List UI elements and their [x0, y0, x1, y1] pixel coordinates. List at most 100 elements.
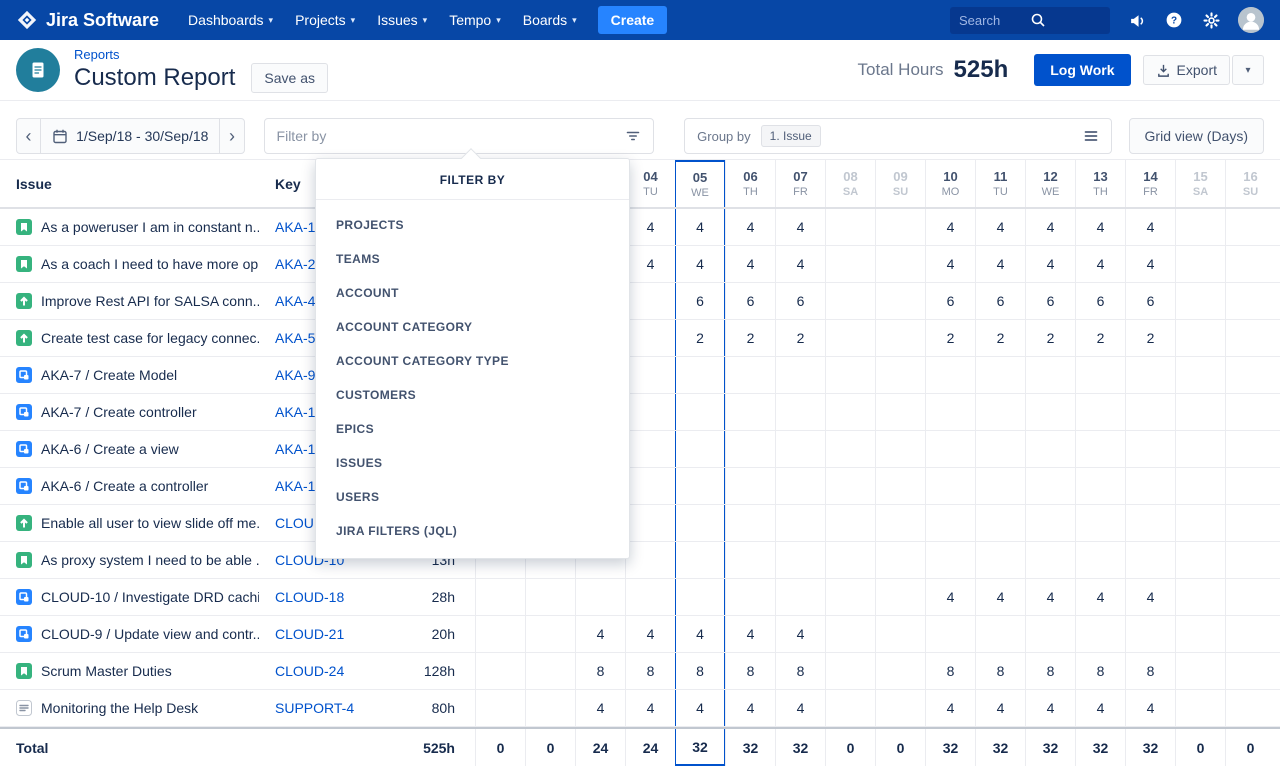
timesheet-cell[interactable]: 4: [625, 209, 675, 245]
timesheet-cell[interactable]: [675, 431, 725, 467]
timesheet-cell[interactable]: [625, 357, 675, 393]
timesheet-cell[interactable]: [925, 431, 975, 467]
timesheet-cell[interactable]: [1175, 616, 1225, 652]
timesheet-cell[interactable]: [1025, 431, 1075, 467]
timesheet-cell[interactable]: [875, 653, 925, 689]
issue-cell[interactable]: Improve Rest API for SALSA conn...: [0, 283, 259, 319]
nav-item-issues[interactable]: Issues▾: [366, 0, 438, 40]
day-column-header-07[interactable]: 07FR: [775, 160, 825, 207]
timesheet-cell[interactable]: [1075, 394, 1125, 430]
timesheet-cell[interactable]: [825, 283, 875, 319]
filter-option-account[interactable]: ACCOUNT: [316, 276, 629, 310]
timesheet-cell[interactable]: [725, 579, 775, 615]
timesheet-cell[interactable]: [475, 653, 525, 689]
timesheet-cell[interactable]: [675, 468, 725, 504]
timesheet-cell[interactable]: 4: [1025, 246, 1075, 282]
timesheet-cell[interactable]: [1225, 505, 1275, 541]
timesheet-cell[interactable]: 4: [725, 209, 775, 245]
timesheet-cell[interactable]: 6: [1075, 283, 1125, 319]
timesheet-cell[interactable]: [1225, 357, 1275, 393]
nav-item-projects[interactable]: Projects▾: [284, 0, 366, 40]
grid-view-button[interactable]: Grid view (Days): [1129, 118, 1264, 154]
day-column-header-04[interactable]: 04TU: [625, 160, 675, 207]
timesheet-cell[interactable]: [925, 394, 975, 430]
timesheet-cell[interactable]: [875, 616, 925, 652]
timesheet-cell[interactable]: [1175, 320, 1225, 356]
jira-brand[interactable]: Jira Software: [16, 9, 159, 31]
timesheet-cell[interactable]: [975, 357, 1025, 393]
timesheet-cell[interactable]: 4: [625, 690, 675, 726]
timesheet-cell[interactable]: 8: [1075, 653, 1125, 689]
timesheet-cell[interactable]: 4: [625, 616, 675, 652]
timesheet-cell[interactable]: [825, 653, 875, 689]
timesheet-cell[interactable]: 4: [925, 246, 975, 282]
timesheet-cell[interactable]: [1125, 505, 1175, 541]
timesheet-cell[interactable]: [775, 394, 825, 430]
announcements-icon[interactable]: [1127, 10, 1147, 30]
issue-cell[interactable]: AKA-6 / Create a view: [0, 431, 259, 467]
timesheet-cell[interactable]: [875, 283, 925, 319]
timesheet-cell[interactable]: [675, 579, 725, 615]
timesheet-cell[interactable]: [525, 616, 575, 652]
previous-period-button[interactable]: ‹: [17, 119, 41, 153]
issue-cell[interactable]: AKA-7 / Create controller: [0, 394, 259, 430]
timesheet-cell[interactable]: [975, 394, 1025, 430]
timesheet-cell[interactable]: [1075, 431, 1125, 467]
log-work-button[interactable]: Log Work: [1034, 54, 1130, 86]
timesheet-cell[interactable]: [725, 394, 775, 430]
filter-option-account-category-type[interactable]: ACCOUNT CATEGORY TYPE: [316, 344, 629, 378]
timesheet-cell[interactable]: 2: [975, 320, 1025, 356]
timesheet-cell[interactable]: [1025, 616, 1075, 652]
timesheet-cell[interactable]: [1075, 616, 1125, 652]
issue-key-link[interactable]: AKA-5: [275, 330, 315, 346]
timesheet-cell[interactable]: 4: [725, 616, 775, 652]
issue-cell[interactable]: As a poweruser I am in constant n...: [0, 209, 259, 245]
timesheet-cell[interactable]: 2: [775, 320, 825, 356]
filter-option-users[interactable]: USERS: [316, 480, 629, 514]
timesheet-cell[interactable]: [525, 690, 575, 726]
timesheet-cell[interactable]: [1225, 542, 1275, 578]
timesheet-cell[interactable]: 8: [625, 653, 675, 689]
timesheet-cell[interactable]: 4: [575, 690, 625, 726]
timesheet-cell[interactable]: [1175, 505, 1225, 541]
issue-cell[interactable]: Monitoring the Help Desk: [0, 690, 259, 726]
issue-cell[interactable]: CLOUD-10 / Investigate DRD cachi...: [0, 579, 259, 615]
timesheet-cell[interactable]: [1175, 246, 1225, 282]
timesheet-cell[interactable]: [1075, 468, 1125, 504]
issue-cell[interactable]: Enable all user to view slide off me...: [0, 505, 259, 541]
issue-column-header[interactable]: Issue: [0, 160, 259, 207]
help-icon[interactable]: ?: [1164, 10, 1184, 30]
timesheet-cell[interactable]: [825, 616, 875, 652]
timesheet-cell[interactable]: 4: [725, 690, 775, 726]
timesheet-cell[interactable]: [625, 468, 675, 504]
timesheet-cell[interactable]: 4: [1125, 209, 1175, 245]
filter-option-account-category[interactable]: ACCOUNT CATEGORY: [316, 310, 629, 344]
timesheet-cell[interactable]: 4: [775, 209, 825, 245]
timesheet-cell[interactable]: [875, 246, 925, 282]
timesheet-cell[interactable]: [725, 357, 775, 393]
issue-key-link[interactable]: CLOUD-21: [275, 626, 344, 642]
timesheet-cell[interactable]: 2: [675, 320, 725, 356]
timesheet-cell[interactable]: [1175, 357, 1225, 393]
timesheet-cell[interactable]: 8: [725, 653, 775, 689]
timesheet-cell[interactable]: 2: [925, 320, 975, 356]
day-column-header-13[interactable]: 13TH: [1075, 160, 1125, 207]
filter-option-teams[interactable]: TEAMS: [316, 242, 629, 276]
timesheet-cell[interactable]: 4: [675, 616, 725, 652]
timesheet-cell[interactable]: [1125, 616, 1175, 652]
timesheet-cell[interactable]: 6: [1125, 283, 1175, 319]
save-as-button[interactable]: Save as: [251, 63, 328, 93]
timesheet-cell[interactable]: [725, 505, 775, 541]
timesheet-cell[interactable]: [1075, 505, 1125, 541]
timesheet-cell[interactable]: [725, 431, 775, 467]
day-column-header-06[interactable]: 06TH: [725, 160, 775, 207]
timesheet-cell[interactable]: [1225, 431, 1275, 467]
timesheet-cell[interactable]: [1225, 579, 1275, 615]
timesheet-cell[interactable]: [925, 542, 975, 578]
timesheet-cell[interactable]: [1175, 579, 1225, 615]
timesheet-cell[interactable]: [1225, 320, 1275, 356]
group-by-menu-icon[interactable]: [1083, 128, 1099, 144]
timesheet-cell[interactable]: [1175, 690, 1225, 726]
day-column-header-08[interactable]: 08SA: [825, 160, 875, 207]
timesheet-cell[interactable]: 2: [1125, 320, 1175, 356]
